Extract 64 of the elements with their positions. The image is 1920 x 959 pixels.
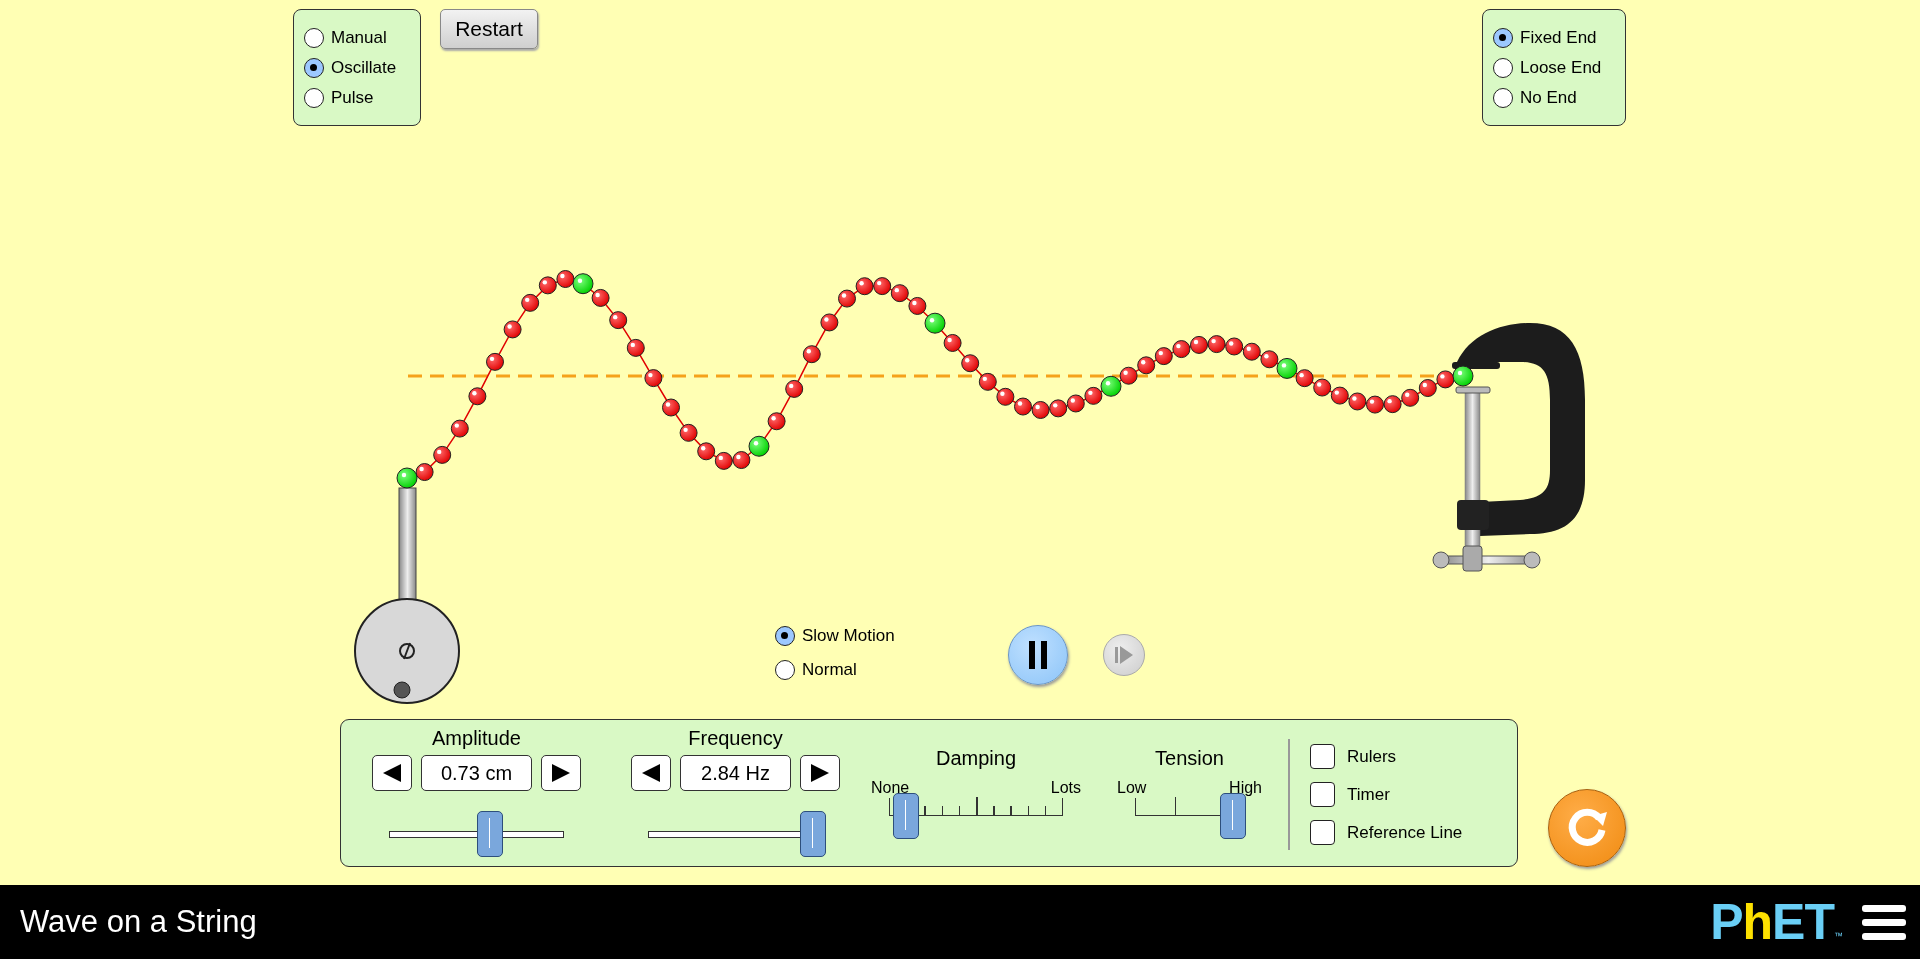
radio-label: Pulse [331, 87, 374, 108]
checkbox[interactable] [1310, 744, 1335, 769]
radio-option[interactable]: Slow Motion [775, 626, 895, 646]
step-icon [1115, 645, 1133, 665]
radio-icon[interactable] [775, 626, 795, 646]
radio-icon[interactable] [304, 27, 324, 48]
pause-icon [1028, 641, 1048, 669]
slider-min-label: Low [1117, 779, 1147, 797]
radio-option[interactable]: Fixed End [1493, 27, 1615, 48]
radio-label: Fixed End [1520, 27, 1597, 48]
radio-option[interactable]: Oscillate [304, 57, 410, 78]
radio-option[interactable]: Pulse [304, 87, 410, 108]
radio-icon[interactable] [304, 57, 324, 78]
string-drawing[interactable] [396, 270, 1474, 489]
reset-button[interactable] [1548, 789, 1626, 867]
slider-max-label: High [1229, 779, 1262, 797]
radio-label: Loose End [1520, 57, 1602, 78]
radio-icon[interactable] [1493, 87, 1513, 108]
phet-logo[interactable]: PhET™ [1710, 897, 1842, 947]
checkbox-option[interactable]: Reference Line [1310, 820, 1463, 845]
control-label: Amplitude [432, 727, 521, 751]
decrease-button[interactable] [372, 755, 412, 791]
checkbox-label: Timer [1347, 784, 1390, 805]
sim-title: Wave on a String [20, 904, 257, 940]
radio-label: Slow Motion [802, 626, 895, 646]
radio-icon[interactable] [1493, 57, 1513, 78]
slider-thumb[interactable] [893, 793, 920, 839]
radio-icon[interactable] [304, 87, 324, 108]
value-display: 0.73 cm [421, 755, 532, 791]
checkbox-label: Reference Line [1347, 822, 1463, 843]
radio-icon[interactable] [1493, 27, 1513, 48]
decrease-button[interactable] [631, 755, 671, 791]
radio-option[interactable]: Manual [304, 27, 410, 48]
radio-label: Normal [802, 660, 857, 680]
right-triangle-icon [551, 763, 571, 783]
checkbox-option[interactable]: Timer [1310, 782, 1463, 807]
radio-option[interactable]: Normal [775, 660, 895, 680]
radio-icon[interactable] [775, 660, 795, 680]
restart-button[interactable]: Restart [440, 9, 538, 49]
slider-max-label: Lots [1050, 779, 1081, 797]
slider-thumb[interactable] [799, 811, 826, 857]
left-triangle-icon [382, 763, 402, 783]
value-display: 2.84 Hz [680, 755, 791, 791]
radio-option[interactable]: No End [1493, 87, 1615, 108]
slider-min-label: None [871, 779, 910, 797]
control-label: Damping [935, 747, 1016, 771]
control-label: Tension [1155, 747, 1224, 771]
radio-label: Manual [331, 27, 387, 48]
oscillator-wheel-drawing[interactable] [354, 487, 460, 704]
radio-option[interactable]: Loose End [1493, 57, 1615, 78]
increase-button[interactable] [800, 755, 840, 791]
checkbox[interactable] [1310, 782, 1335, 807]
pause-button[interactable] [1008, 625, 1068, 685]
checkbox-label: Rulers [1347, 746, 1397, 767]
left-triangle-icon [641, 763, 661, 783]
menu-icon[interactable] [1862, 903, 1906, 941]
increase-button[interactable] [541, 755, 581, 791]
radio-label: Oscillate [331, 57, 397, 78]
right-triangle-icon [810, 763, 830, 783]
checkbox[interactable] [1310, 820, 1335, 845]
slider-thumb[interactable] [477, 811, 504, 857]
control-label: Frequency [688, 727, 783, 751]
radio-label: No End [1520, 87, 1577, 108]
checkbox-option[interactable]: Rulers [1310, 744, 1463, 769]
